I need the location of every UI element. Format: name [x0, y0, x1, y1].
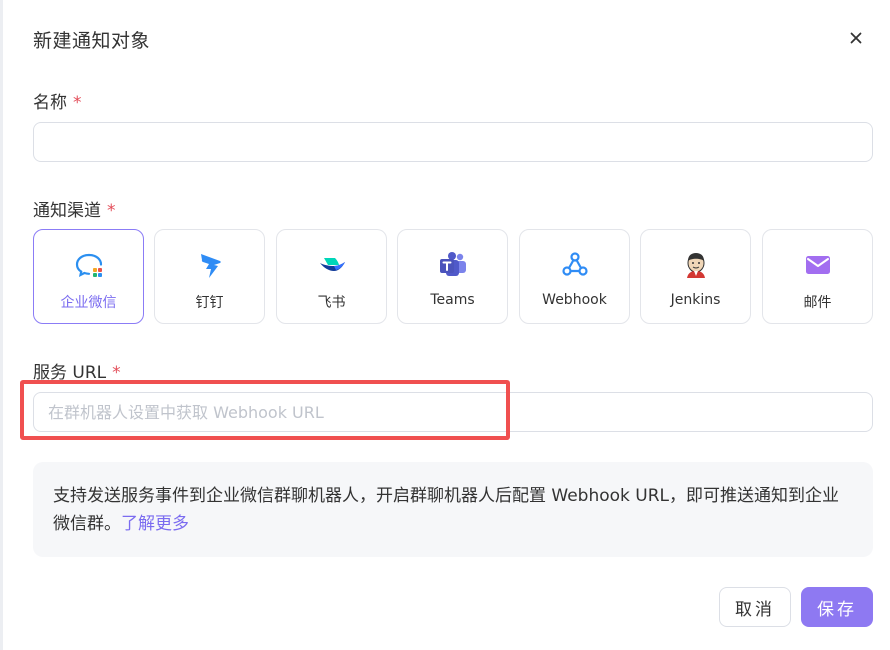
close-icon — [850, 32, 862, 44]
save-button[interactable]: 保存 — [801, 587, 873, 627]
teams-icon — [440, 252, 466, 276]
dialog-title: 新建通知对象 — [33, 30, 151, 52]
service-url-input[interactable] — [33, 392, 873, 432]
service-url-label: 服务 URL * — [33, 358, 121, 383]
mail-icon — [806, 256, 830, 274]
channel-option-label: Jenkins — [670, 292, 721, 308]
channel-option-dingtalk[interactable]: 钉钉 — [154, 229, 265, 324]
feishu-icon — [320, 258, 345, 271]
name-label: 名称 * — [33, 88, 82, 113]
cancel-button[interactable]: 取消 — [719, 587, 791, 627]
channel-option-label: 企业微信 — [60, 295, 117, 311]
channel-option-feishu[interactable]: 飞书 — [276, 229, 387, 324]
channel-label: 通知渠道 * — [33, 196, 116, 221]
channel-option-jenkins[interactable]: Jenkins — [640, 229, 751, 324]
required-mark: * — [107, 201, 116, 221]
name-label-text: 名称 — [33, 93, 67, 113]
channel-option-label: Teams — [430, 292, 475, 308]
channel-option-wecom[interactable]: 企业微信 — [33, 229, 144, 324]
learn-more-link[interactable]: 了解更多 — [121, 514, 189, 534]
channel-label-text: 通知渠道 — [33, 201, 101, 221]
dingtalk-icon — [201, 254, 221, 278]
channel-option-webhook[interactable]: Webhook — [519, 229, 630, 324]
channel-option-label: Webhook — [542, 292, 607, 308]
service-url-label-text: 服务 URL — [33, 363, 107, 383]
channel-option-teams[interactable]: Teams — [397, 229, 508, 324]
channel-option-label: 钉钉 — [195, 295, 224, 311]
info-box: 支持发送服务事件到企业微信群聊机器人，开启群聊机器人后配置 Webhook UR… — [33, 462, 873, 557]
channel-option-label: 飞书 — [317, 295, 346, 311]
name-input[interactable] — [33, 122, 873, 162]
dialog-left-edge — [0, 0, 3, 650]
required-mark: * — [112, 363, 121, 383]
channel-option-mail[interactable]: 邮件 — [762, 229, 873, 324]
channel-option-label: 邮件 — [803, 295, 832, 311]
webhook-icon — [562, 252, 588, 276]
wecom-icon — [75, 253, 103, 278]
required-mark: * — [73, 93, 82, 113]
close-button[interactable] — [846, 28, 866, 48]
jenkins-icon — [687, 253, 705, 278]
